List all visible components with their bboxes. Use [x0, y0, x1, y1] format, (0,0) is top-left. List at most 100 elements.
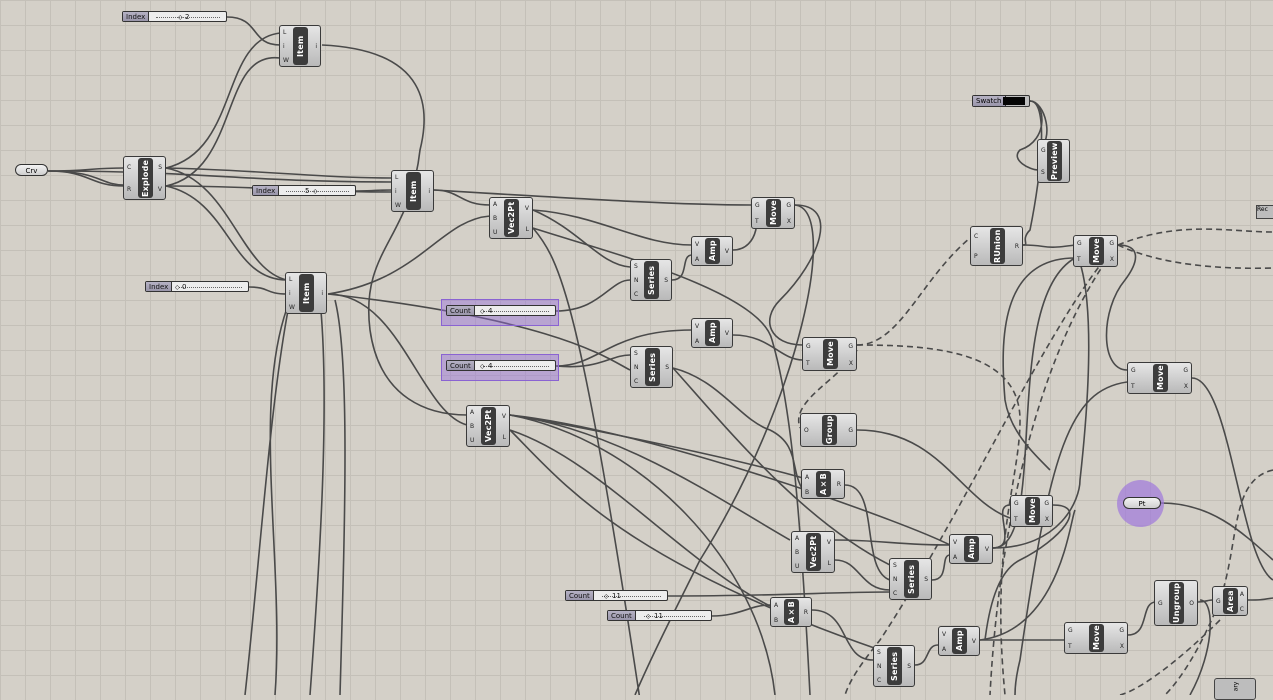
input-port[interactable]: B [795, 550, 799, 556]
input-port[interactable]: B [493, 216, 497, 222]
amp3-component[interactable]: Amp V A V [949, 534, 993, 564]
amp1-component[interactable]: Amp V A V [691, 236, 733, 266]
input-port[interactable]: U [470, 438, 474, 444]
input-port[interactable]: G [1131, 368, 1136, 374]
output-port[interactable]: X [1045, 517, 1049, 523]
input-port[interactable]: i [283, 44, 285, 50]
output-port[interactable]: R [837, 482, 841, 488]
input-port[interactable]: A [805, 474, 809, 481]
input-port[interactable]: G [755, 203, 760, 209]
input-port[interactable]: N [877, 664, 882, 670]
ungroup-component[interactable]: Ungroup G O [1154, 580, 1198, 626]
input-port[interactable]: T [1077, 257, 1081, 263]
input-port[interactable]: S [893, 563, 897, 569]
output-port[interactable]: G [1044, 501, 1049, 507]
slider-knob-icon[interactable]: ◇ [313, 188, 318, 195]
move3-component[interactable]: Move G T G X [1073, 235, 1118, 267]
input-port[interactable]: S [634, 351, 638, 357]
move2-component[interactable]: Move G T G X [802, 337, 857, 371]
input-port[interactable]: i [395, 189, 397, 195]
input-port[interactable]: i [289, 291, 291, 297]
input-port[interactable]: T [806, 360, 810, 367]
item2-component[interactable]: Item Li Wi [391, 170, 434, 212]
input-port[interactable]: G [1014, 501, 1019, 507]
output-port[interactable]: V [725, 249, 729, 255]
input-port[interactable]: T [1131, 384, 1135, 390]
output-port[interactable]: A [1240, 591, 1244, 598]
input-port[interactable]: C [634, 379, 638, 385]
input-port[interactable]: T [1014, 517, 1018, 523]
input-port[interactable]: A [695, 338, 699, 345]
output-port[interactable]: X [1184, 384, 1188, 390]
output-port[interactable]: V [972, 639, 976, 645]
index-slider-2[interactable]: Index ◇ 2 [122, 11, 227, 22]
output-port[interactable]: V [725, 331, 729, 337]
move6-component[interactable]: Move G T G X [1064, 622, 1128, 654]
input-port[interactable]: W [395, 203, 401, 209]
count-slider-11a[interactable]: Count ◇ 11 [565, 590, 668, 601]
pt-param[interactable]: Pt [1123, 497, 1161, 509]
vec1-component[interactable]: Vec2Pt A B U V L [489, 197, 533, 239]
vec3-component[interactable]: Vec2Pt A B U V L [791, 531, 835, 573]
count-slider-4a[interactable]: Count ◇ 4 [446, 305, 556, 316]
output-port[interactable]: S [907, 664, 911, 670]
output-port[interactable]: L [828, 560, 831, 567]
output-port[interactable]: X [1120, 644, 1124, 650]
input-port[interactable]: L [395, 175, 398, 181]
slider-knob-icon[interactable]: ◇ [175, 284, 180, 291]
output-port[interactable]: G [848, 428, 853, 434]
input-port[interactable]: N [634, 365, 639, 371]
slider-knob-icon[interactable]: ◇ [178, 14, 183, 21]
count-slider-4b[interactable]: Count ◇ 4 [446, 360, 556, 371]
output-port[interactable]: S [924, 577, 928, 583]
output-port[interactable]: X [849, 360, 853, 367]
move4-component[interactable]: Move G T G X [1127, 362, 1192, 394]
output-port[interactable]: V [502, 413, 506, 420]
group-component[interactable]: Group O G [800, 413, 857, 447]
amp4-component[interactable]: Amp V A V [938, 626, 980, 656]
input-port[interactable]: T [755, 219, 759, 225]
output-port[interactable]: S [158, 165, 162, 171]
vec2-component[interactable]: Vec2Pt A B U V L [466, 405, 510, 447]
input-port[interactable]: C [127, 165, 131, 171]
input-port[interactable]: G [1068, 628, 1073, 634]
input-port[interactable]: C [893, 591, 897, 597]
output-port[interactable]: S [665, 365, 669, 371]
output-port[interactable]: V [158, 187, 162, 193]
output-port[interactable]: V [985, 547, 989, 553]
axb2-component[interactable]: A×B A B R [770, 597, 812, 627]
preview-component[interactable]: Preview G S [1037, 139, 1070, 183]
swatch-color[interactable] [1003, 97, 1025, 105]
output-port[interactable]: G [1119, 628, 1124, 634]
color-swatch[interactable]: Swatch [972, 95, 1030, 107]
crv-param[interactable]: Crv [15, 164, 48, 176]
input-port[interactable]: A [493, 202, 497, 208]
count-slider-11b[interactable]: Count ◇ 11 [607, 610, 712, 621]
output-port[interactable]: R [804, 610, 808, 616]
offscreen-component-bottom-right[interactable]: ary [1214, 678, 1256, 700]
input-port[interactable]: L [283, 30, 286, 36]
input-port[interactable]: V [942, 631, 946, 638]
input-port[interactable]: V [953, 539, 957, 546]
input-port[interactable]: B [774, 617, 778, 624]
explode-component[interactable]: Explode C R S V [123, 156, 166, 200]
output-port[interactable]: V [525, 205, 529, 212]
input-port[interactable]: N [634, 278, 639, 284]
output-port[interactable]: i [315, 44, 317, 50]
output-port[interactable]: C [1240, 606, 1244, 613]
series1-component[interactable]: Series S N C S [630, 259, 672, 301]
output-port[interactable]: S [664, 278, 668, 284]
input-port[interactable]: U [493, 230, 497, 236]
input-port[interactable]: B [470, 424, 474, 430]
input-port[interactable]: S [1041, 170, 1045, 176]
input-port[interactable]: N [893, 577, 898, 583]
input-port[interactable]: G [1077, 241, 1082, 247]
index-slider-0[interactable]: Index ◇ 0 [145, 281, 249, 292]
move1-component[interactable]: Move G T G X [751, 197, 795, 229]
input-port[interactable]: G [1158, 601, 1163, 607]
input-port[interactable]: A [695, 256, 699, 263]
axb1-component[interactable]: A×B A B R [801, 469, 845, 499]
input-port[interactable]: P [974, 254, 978, 260]
output-port[interactable]: O [1189, 601, 1194, 607]
slider-knob-icon[interactable]: ◇ [646, 613, 651, 620]
